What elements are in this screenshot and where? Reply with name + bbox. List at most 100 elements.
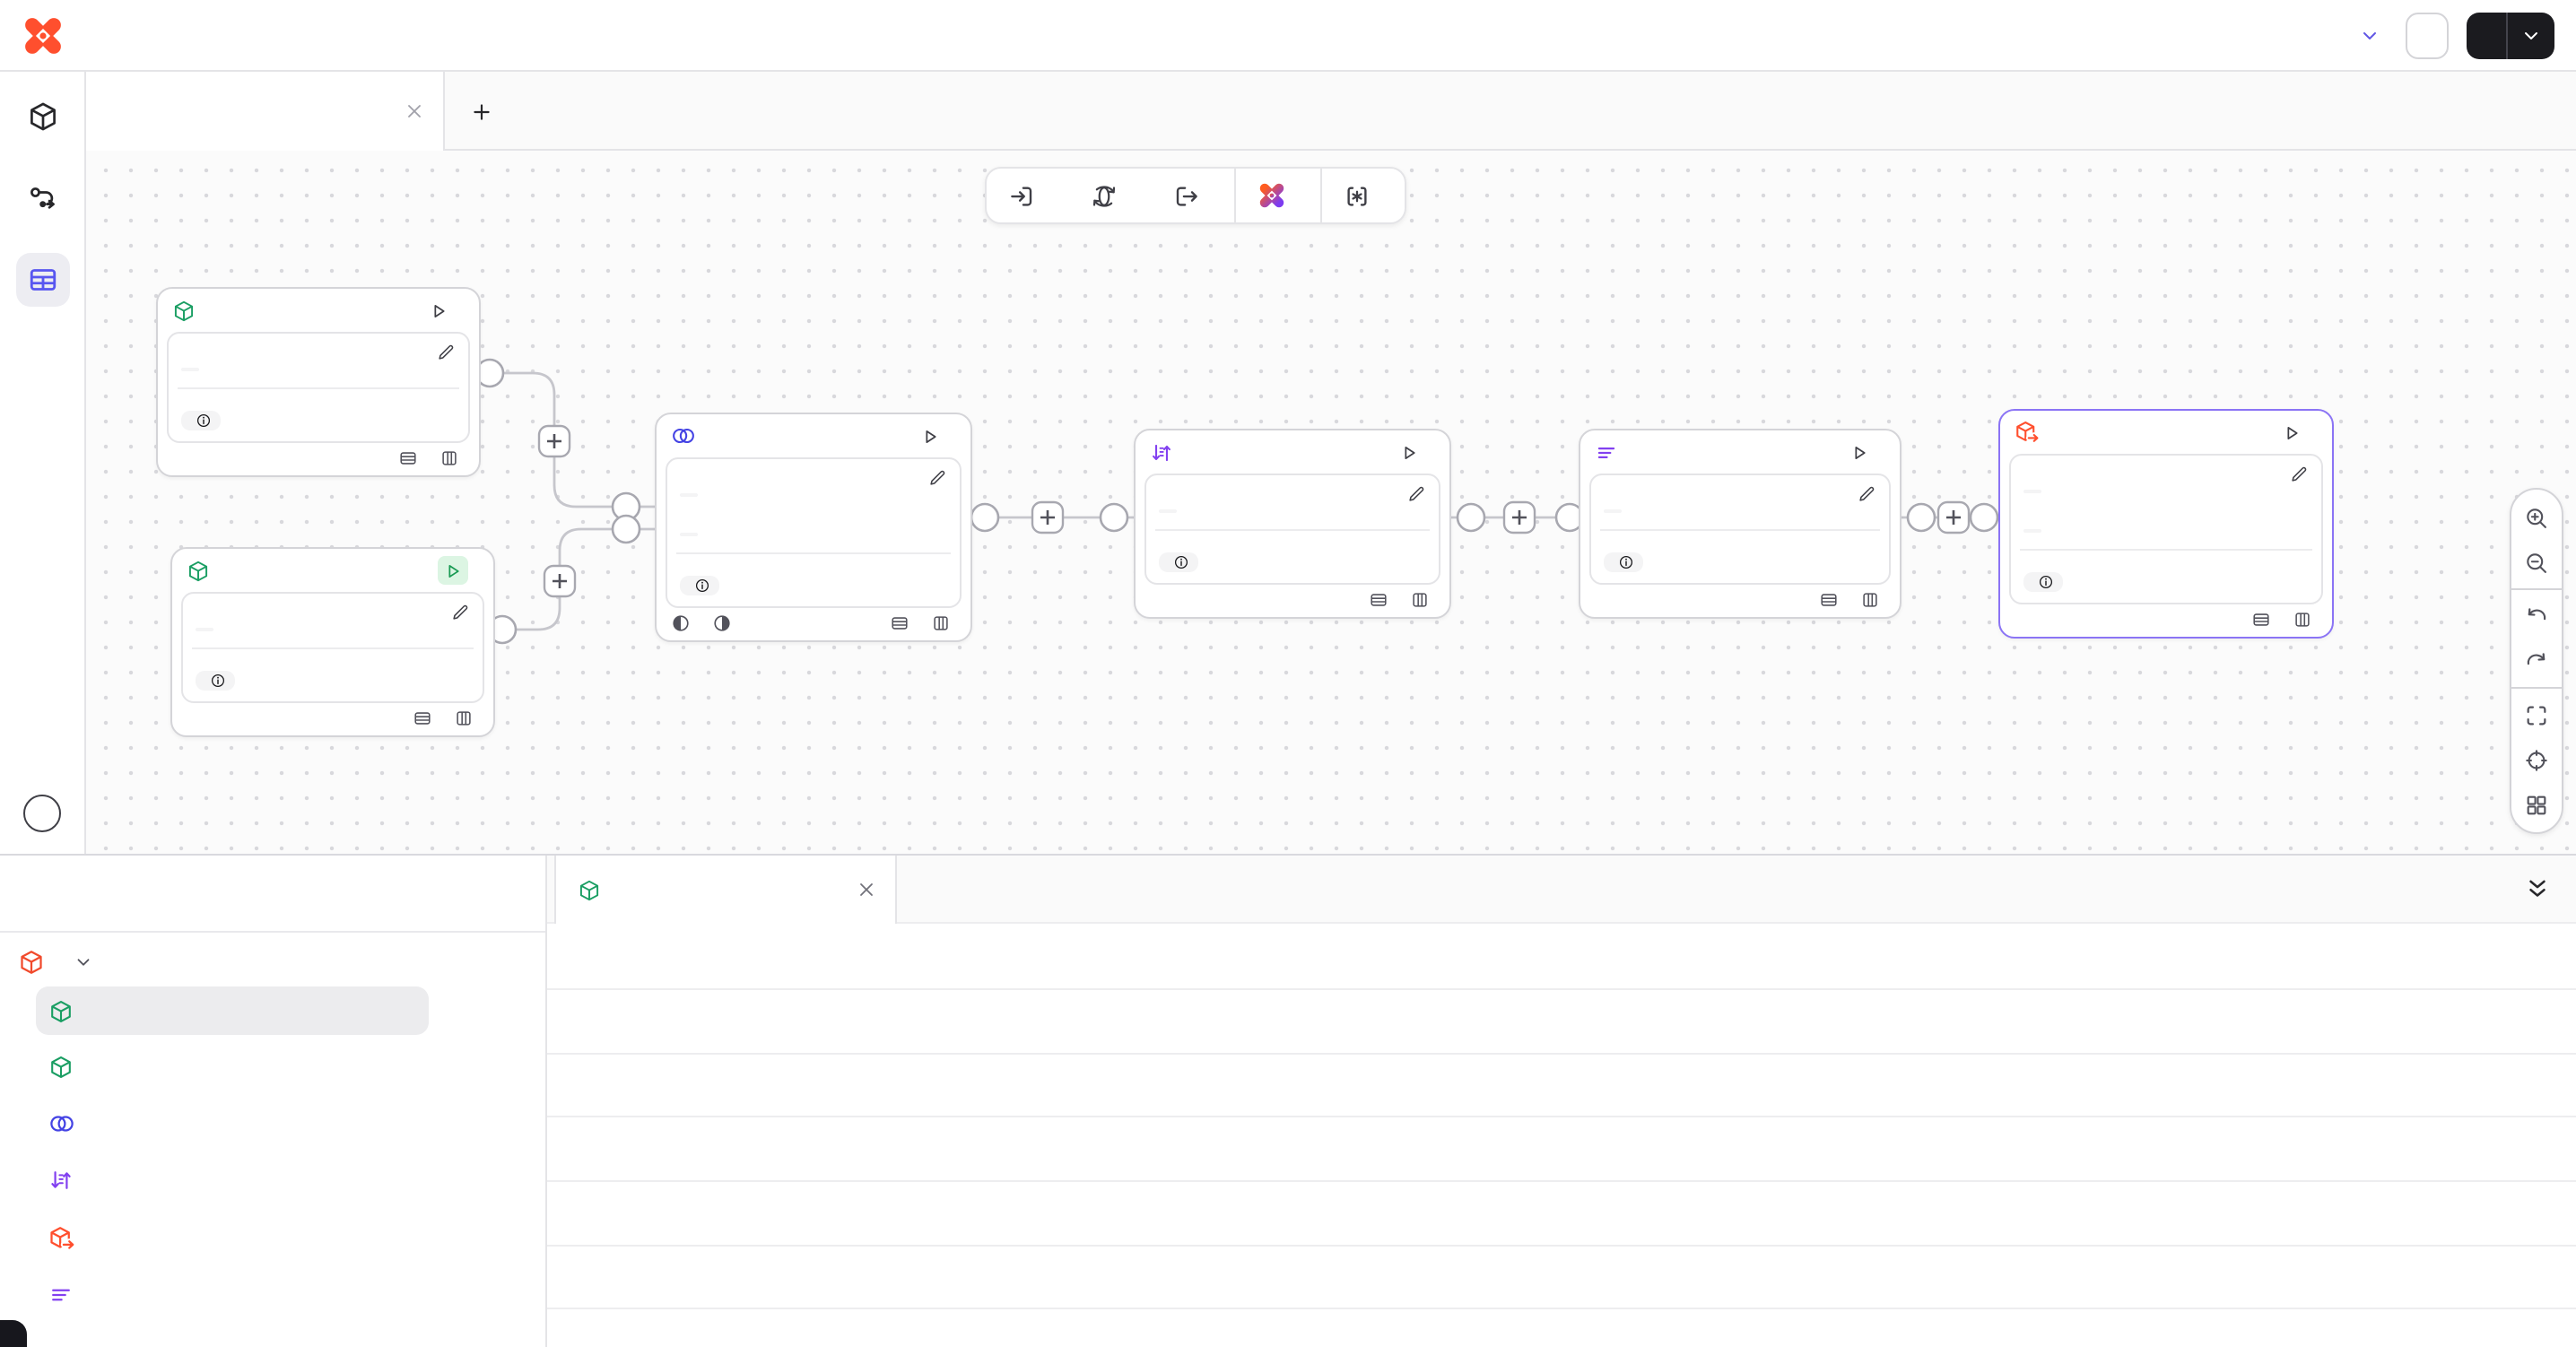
model-cube-icon bbox=[578, 878, 601, 901]
rail-item-lineage[interactable] bbox=[16, 172, 70, 226]
tree-item-filter-1[interactable] bbox=[48, 1271, 88, 1319]
node-run-button[interactable] bbox=[438, 556, 468, 585]
node-run-button[interactable] bbox=[1844, 438, 1875, 466]
column-count bbox=[931, 613, 956, 632]
join-condition-chip[interactable] bbox=[680, 533, 698, 536]
tree-selection-highlight bbox=[36, 986, 429, 1035]
half-left-icon bbox=[671, 613, 691, 632]
tree-item-stg-orders[interactable] bbox=[48, 1043, 88, 1091]
edit-pencil-icon[interactable] bbox=[927, 468, 947, 488]
edge-add-button[interactable] bbox=[1032, 502, 1063, 533]
edge-add-button[interactable] bbox=[1938, 502, 1969, 533]
node-run-button[interactable] bbox=[1394, 438, 1424, 466]
preview-tab-row bbox=[547, 856, 2576, 924]
copilot-icon bbox=[1258, 181, 1286, 210]
join-type-chip[interactable] bbox=[680, 493, 698, 497]
table-header-row bbox=[547, 924, 2576, 988]
close-icon[interactable] bbox=[856, 879, 877, 900]
node-run-button[interactable] bbox=[2276, 418, 2307, 447]
file-path-chip[interactable] bbox=[2023, 529, 2041, 533]
chevron-down-icon[interactable] bbox=[74, 952, 93, 971]
tree-item-ve-demo[interactable] bbox=[48, 1213, 90, 1262]
add-tab-button[interactable] bbox=[470, 72, 506, 151]
projections-chip[interactable] bbox=[1604, 552, 1643, 571]
sort-icon bbox=[1150, 440, 1173, 464]
center-target-button[interactable] bbox=[2511, 737, 2562, 782]
chevron-down-icon bbox=[2359, 24, 2380, 46]
fit-view-button[interactable] bbox=[2511, 692, 2562, 737]
edge-add-button[interactable] bbox=[544, 566, 575, 596]
copilot-button[interactable] bbox=[1236, 169, 1320, 222]
output-button[interactable] bbox=[1152, 169, 1234, 222]
input-button[interactable] bbox=[987, 169, 1069, 222]
commit-dropdown-button[interactable] bbox=[2506, 12, 2554, 58]
collapse-panel-icon[interactable] bbox=[2524, 875, 2551, 902]
edge-add-button[interactable] bbox=[1504, 502, 1535, 533]
node-stg-orders[interactable] bbox=[156, 287, 481, 476]
chevron-down-icon bbox=[2520, 24, 2542, 46]
table-row[interactable] bbox=[547, 1308, 2576, 1347]
edit-pencil-icon[interactable] bbox=[1857, 484, 1876, 504]
zoom-in-button[interactable] bbox=[2511, 495, 2562, 540]
zoom-out-button[interactable] bbox=[2511, 540, 2562, 585]
model-name-chip[interactable] bbox=[2023, 490, 2041, 493]
edit-pencil-icon[interactable] bbox=[1406, 484, 1426, 504]
edit-pencil-icon[interactable] bbox=[436, 343, 456, 362]
edge-add-button[interactable] bbox=[539, 426, 570, 456]
filter-condition-chip[interactable] bbox=[1604, 509, 1622, 513]
flow-icon bbox=[27, 183, 59, 215]
redo-button[interactable] bbox=[2511, 639, 2562, 683]
node-join-1[interactable] bbox=[655, 413, 972, 641]
edit-pencil-icon[interactable] bbox=[2289, 465, 2309, 484]
tree-item-order-1[interactable] bbox=[48, 1157, 88, 1205]
tree-item-stg-order-items[interactable] bbox=[48, 986, 88, 1035]
model-cube-icon bbox=[48, 1055, 74, 1080]
rail-item-table-view[interactable] bbox=[16, 253, 70, 307]
projections-chip[interactable] bbox=[680, 575, 719, 595]
table-row[interactable] bbox=[547, 1180, 2576, 1244]
tree-item-join-1[interactable] bbox=[48, 1099, 90, 1148]
table-row[interactable] bbox=[547, 1052, 2576, 1116]
table-row[interactable] bbox=[547, 988, 2576, 1052]
tab-ve-demo-sql[interactable] bbox=[86, 72, 445, 151]
close-icon[interactable] bbox=[404, 100, 425, 122]
sort-order-chip[interactable] bbox=[1159, 509, 1177, 513]
model-cube-icon bbox=[172, 299, 196, 322]
projections-chip[interactable] bbox=[196, 670, 235, 690]
table-icon bbox=[27, 264, 59, 296]
auto-layout-button[interactable] bbox=[2511, 782, 2562, 827]
sql-button[interactable] bbox=[1322, 169, 1405, 222]
projections-chip[interactable] bbox=[1159, 552, 1198, 571]
node-run-button[interactable] bbox=[915, 421, 945, 450]
preview-tab-stg-order-items[interactable] bbox=[554, 856, 897, 924]
node-filter-1[interactable] bbox=[1579, 429, 1902, 618]
tree-item-ve-demo-sql[interactable] bbox=[18, 936, 93, 986]
model-name-chip[interactable] bbox=[196, 628, 213, 631]
corner-widget-peek[interactable] bbox=[0, 1320, 27, 1347]
column-count bbox=[2293, 609, 2318, 629]
projections-chip[interactable] bbox=[2023, 571, 2063, 591]
preview-table bbox=[547, 924, 2576, 1347]
dbt-logo-icon[interactable] bbox=[22, 13, 65, 56]
canvas[interactable] bbox=[86, 151, 2576, 854]
model-name-chip[interactable] bbox=[181, 368, 199, 371]
node-stg-order-items[interactable] bbox=[170, 547, 495, 736]
node-ve-demo[interactable] bbox=[1998, 409, 2334, 638]
node-order-1[interactable] bbox=[1134, 429, 1451, 618]
environment-selector[interactable] bbox=[2348, 24, 2380, 46]
half-right-icon bbox=[712, 613, 732, 632]
commit-button[interactable] bbox=[2467, 12, 2554, 58]
help-button[interactable] bbox=[23, 795, 61, 832]
filter-icon bbox=[48, 1282, 74, 1308]
transform-button[interactable] bbox=[1069, 169, 1152, 222]
info-icon bbox=[1173, 553, 1189, 569]
table-row[interactable] bbox=[547, 1245, 2576, 1308]
run-button[interactable] bbox=[2406, 12, 2449, 58]
projections-chip[interactable] bbox=[181, 410, 221, 430]
edit-pencil-icon[interactable] bbox=[450, 603, 470, 622]
table-row[interactable] bbox=[547, 1117, 2576, 1180]
info-icon bbox=[196, 412, 212, 428]
undo-button[interactable] bbox=[2511, 594, 2562, 639]
node-run-button[interactable] bbox=[423, 296, 454, 325]
rail-item-models[interactable] bbox=[16, 90, 70, 143]
